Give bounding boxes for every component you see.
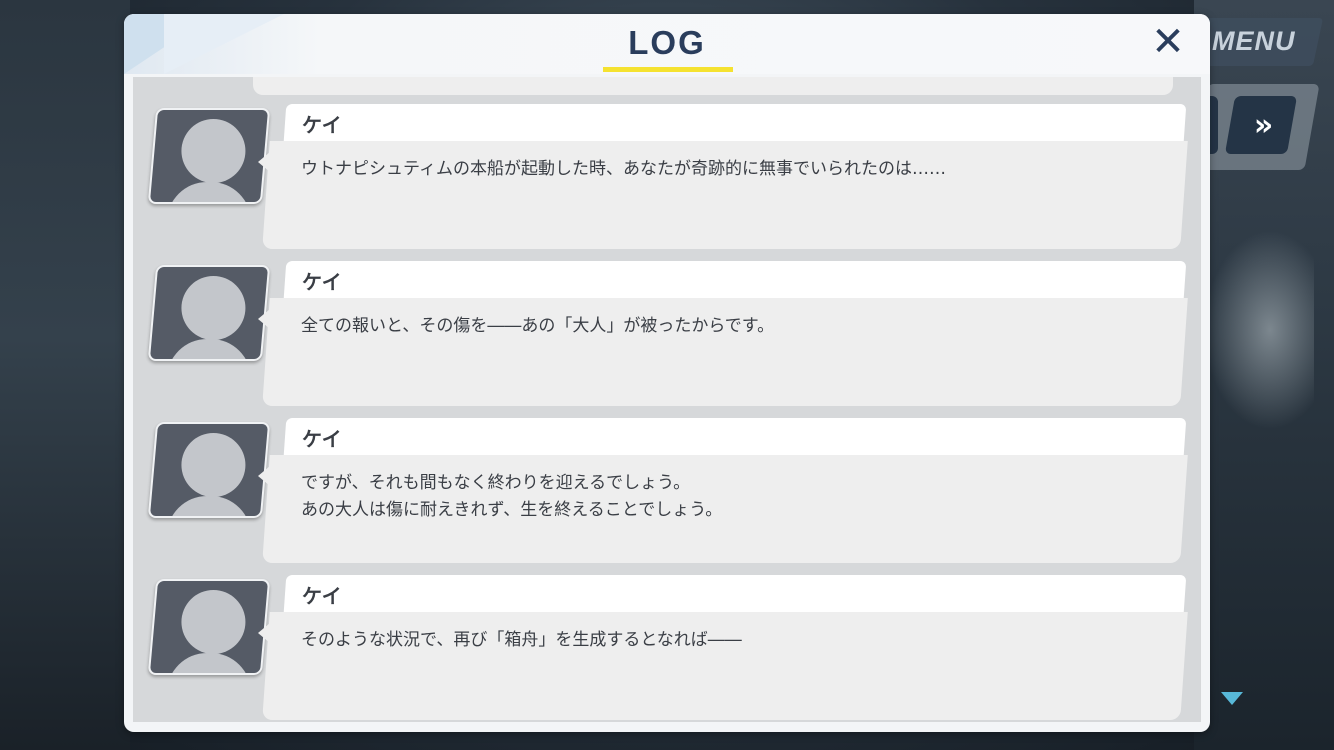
speaker-name: ケイ xyxy=(302,113,342,137)
speaker-name-tab xyxy=(283,261,1187,299)
speaker-name: ケイ xyxy=(302,584,342,608)
message-text: 全ての報いと、その傷を――あの「大人」が被ったからです。 xyxy=(301,316,775,336)
avatar-silhouette-icon xyxy=(181,276,246,340)
log-entry: ケイ そのような状況で、再び「箱舟」を生成するとなれば―― xyxy=(133,575,1201,722)
avatar-silhouette-icon xyxy=(166,496,251,518)
background-left xyxy=(0,0,130,750)
background-light xyxy=(1204,230,1314,430)
close-icon[interactable]: ✕ xyxy=(1148,22,1188,62)
avatar xyxy=(147,579,271,675)
avatar xyxy=(147,108,271,204)
skip-button[interactable]: » xyxy=(1224,96,1298,154)
speaker-name: ケイ xyxy=(302,270,342,294)
scroll-down-indicator-icon[interactable] xyxy=(1221,692,1243,705)
avatar xyxy=(147,422,271,518)
speaker-name-tab xyxy=(283,418,1187,456)
log-title: LOG xyxy=(628,24,706,61)
speaker-name-tab xyxy=(283,575,1187,613)
previous-entry-bubble xyxy=(253,77,1173,95)
fast-forward-icon: » xyxy=(1254,107,1268,143)
avatar-silhouette-icon xyxy=(181,590,246,654)
log-entry: ケイ ウトナピシュティムの本船が起動した時、あなたが奇跡的に無事でいられたのは…… xyxy=(133,104,1201,251)
message-text: ですが、それも間もなく終わりを迎えるでしょう。 あの大人は傷に耐えきれず、生を終… xyxy=(301,473,723,520)
log-entry: ケイ 全ての報いと、その傷を――あの「大人」が被ったからです。 xyxy=(133,261,1201,408)
speaker-name-tab xyxy=(283,104,1187,142)
avatar-silhouette-icon xyxy=(166,339,251,361)
speaker-name: ケイ xyxy=(302,427,342,451)
log-entry: ケイ ですが、それも間もなく終わりを迎えるでしょう。 あの大人は傷に耐えきれず、… xyxy=(133,418,1201,565)
log-header: LOG ✕ xyxy=(124,14,1210,74)
avatar-silhouette-icon xyxy=(166,653,251,675)
avatar xyxy=(147,265,271,361)
message-text: そのような状況で、再び「箱舟」を生成するとなれば―― xyxy=(301,630,742,650)
log-list[interactable]: ケイ ウトナピシュティムの本船が起動した時、あなたが奇跡的に無事でいられたのは…… xyxy=(133,77,1201,722)
title-underline xyxy=(603,67,733,72)
avatar-silhouette-icon xyxy=(181,119,246,183)
avatar-silhouette-icon xyxy=(181,433,246,497)
log-window: LOG ✕ ケイ ウトナピシュティムの本船が起動した時、あなたが奇跡的に無事でい… xyxy=(124,14,1210,732)
message-text: ウトナピシュティムの本船が起動した時、あなたが奇跡的に無事でいられたのは…… xyxy=(301,159,946,179)
menu-button-label[interactable]: MENU xyxy=(1212,26,1296,57)
avatar-silhouette-icon xyxy=(166,182,251,204)
